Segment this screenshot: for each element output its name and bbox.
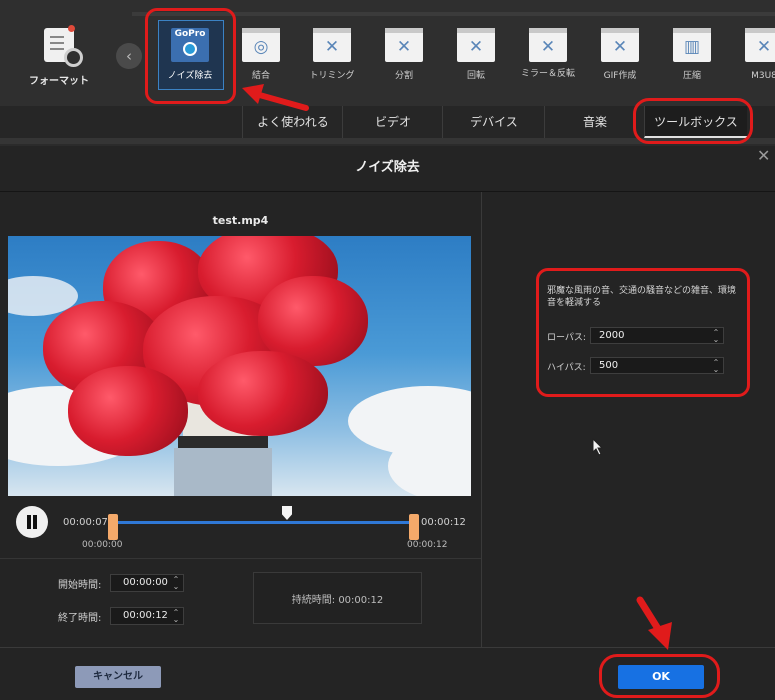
divider — [481, 192, 482, 647]
notification-dot-icon — [68, 25, 75, 32]
video-preview[interactable] — [8, 236, 471, 496]
compress-icon: ▥ — [673, 28, 711, 62]
chevron-left-icon: ‹ — [126, 47, 132, 65]
tool-rotate[interactable]: ✕ 回転 — [443, 20, 509, 83]
dialog-title: ノイズ除去 — [355, 160, 420, 175]
top-toolbar: フォーマット ‹ GoPro ノイズ除去 ◎ 結合 ✕ トリミング ✕ 分割 ✕… — [0, 0, 775, 106]
close-icon[interactable]: ✕ — [757, 146, 770, 165]
tool-trim[interactable]: ✕ トリミング — [299, 20, 365, 83]
tab-music[interactable]: 音楽 — [544, 106, 645, 138]
end-time-label: 終了時間: — [58, 613, 102, 624]
rotate-icon: ✕ — [457, 28, 495, 62]
tool-label: GIF作成 — [603, 71, 637, 81]
balloon — [68, 366, 188, 456]
start-time-value: 00:00:00 — [123, 577, 168, 588]
tool-label: 回転 — [466, 71, 485, 81]
start-time-label: 開始時間: — [58, 580, 102, 591]
start-time-field[interactable]: 00:00:00 ⌃ ⌄ — [110, 574, 184, 592]
annotation-box-filter-settings — [536, 268, 750, 397]
balloon — [198, 351, 328, 436]
end-time-value: 00:00:12 — [123, 610, 168, 621]
tool-label: ミラー＆反転 — [520, 69, 575, 79]
trim-icon: ✕ — [313, 28, 351, 62]
end-time-field[interactable]: 00:00:12 ⌃ ⌄ — [110, 607, 184, 625]
tool-label: M3U8 — [751, 71, 775, 81]
current-time: 00:00:07 — [63, 517, 108, 528]
duration-label: 持続時間: — [291, 595, 336, 606]
tool-label: 分割 — [394, 71, 413, 81]
tool-mirror-flip[interactable]: ✕ ミラー＆反転 — [515, 20, 581, 81]
annotation-box-toolbox-tab — [633, 98, 753, 144]
pause-icon — [27, 515, 31, 529]
cancel-button[interactable]: キャンセル — [75, 666, 161, 688]
file-name: test.mp4 — [212, 214, 269, 227]
tab-video[interactable]: ビデオ — [342, 106, 443, 138]
gear-icon — [64, 48, 83, 67]
scroll-left-button[interactable]: ‹ — [116, 43, 142, 69]
tab-device[interactable]: デバイス — [442, 106, 545, 138]
playhead[interactable] — [282, 506, 292, 520]
m3u8-icon: ✕ — [745, 28, 775, 62]
format-icon — [44, 25, 83, 67]
annotation-arrow-icon — [242, 84, 309, 111]
duration-value: 00:00:12 — [338, 595, 384, 606]
pause-button[interactable] — [16, 506, 48, 538]
mirror-icon: ✕ — [529, 28, 567, 62]
tool-compress[interactable]: ▥ 圧縮 — [659, 20, 725, 83]
total-time: 00:00:12 — [421, 517, 466, 528]
duration-box: 持続時間: 00:00:12 — [253, 572, 422, 624]
annotation-arrow-icon — [636, 596, 672, 650]
gif-icon: ✕ — [601, 28, 639, 62]
format-label: フォーマット — [29, 76, 89, 87]
spinner-icon[interactable]: ⌃ ⌄ — [172, 609, 180, 624]
tool-label: 圧縮 — [682, 71, 701, 81]
person-jeans — [174, 448, 272, 496]
end-marker-time: 00:00:12 — [407, 540, 448, 550]
divider — [0, 191, 775, 192]
tool-m3u8[interactable]: ✕ M3U8 — [731, 20, 775, 83]
trim-track[interactable] — [118, 521, 414, 524]
tool-merge[interactable]: ◎ 結合 — [228, 20, 294, 83]
tool-split[interactable]: ✕ 分割 — [371, 20, 437, 83]
trim-start-handle[interactable] — [108, 514, 118, 540]
annotation-box-noise-tool — [145, 8, 236, 104]
start-marker-time: 00:00:00 — [82, 540, 123, 550]
divider — [0, 558, 481, 559]
person-belt — [178, 436, 268, 448]
duration-text: 持続時間: 00:00:12 — [254, 591, 421, 606]
trim-end-handle[interactable] — [409, 514, 419, 540]
merge-icon: ◎ — [242, 28, 280, 62]
split-icon: ✕ — [385, 28, 423, 62]
spinner-icon[interactable]: ⌃ ⌄ — [172, 576, 180, 591]
mouse-cursor-icon — [592, 437, 604, 456]
annotation-box-ok-button — [599, 654, 720, 698]
format-button[interactable]: フォーマット — [28, 25, 90, 87]
tool-gif-maker[interactable]: ✕ GIF作成 — [587, 20, 653, 83]
